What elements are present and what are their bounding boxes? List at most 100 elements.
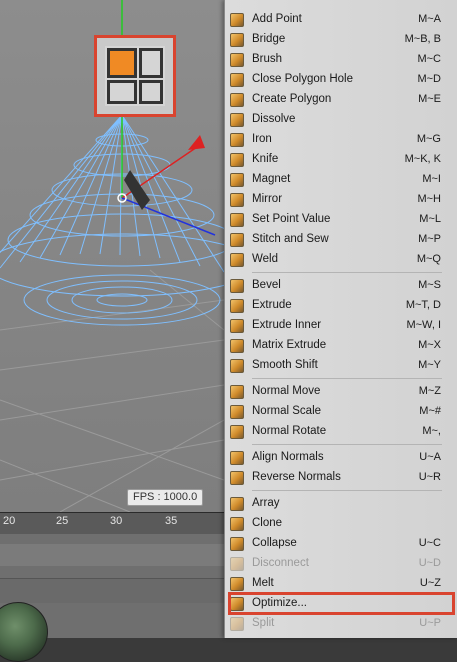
stitch-and-sew-icon <box>230 233 244 247</box>
menu-item-shortcut: M~H <box>417 193 441 205</box>
menu-item-iron[interactable]: Iron M~G <box>225 130 457 150</box>
menu-item-shortcut: M~S <box>418 279 441 291</box>
menu-item-shortcut: M~D <box>417 73 441 85</box>
menu-item-label: Clone <box>252 517 283 529</box>
menu-item-shortcut: M~L <box>419 213 441 225</box>
iron-icon <box>230 133 244 147</box>
mesh-commands-menu: Add Point M~A Bridge M~B, B Brush M~C Close Po… <box>224 0 457 638</box>
bridge-icon <box>230 33 244 47</box>
timeline-tick: 35 <box>165 515 178 527</box>
menu-item-label: Smooth Shift <box>252 359 318 371</box>
menu-item-stitch-and-sew[interactable]: Stitch and Sew M~P <box>225 230 457 250</box>
menu-item-shortcut: M~E <box>418 93 441 105</box>
menu-item-shortcut: M~, <box>422 425 441 437</box>
menu-item-label: Set Point Value <box>252 213 331 225</box>
set-point-value-icon <box>230 213 244 227</box>
z-axis-line <box>121 197 216 236</box>
menu-item-set-point-value[interactable]: Set Point Value M~L <box>225 210 457 230</box>
floor-grid <box>0 269 224 512</box>
array-icon <box>230 497 244 511</box>
3d-viewport[interactable]: FPS : 1000.0 <box>0 0 224 512</box>
menu-item-close-polygon-hole[interactable]: Close Polygon Hole M~D <box>225 70 457 90</box>
menu-item-shortcut: M~X <box>418 339 441 351</box>
melt-icon <box>230 577 244 591</box>
menu-item-label: Create Polygon <box>252 93 332 105</box>
menu-item-normal-scale[interactable]: Normal Scale M~# <box>225 402 457 422</box>
menu-item-matrix-extrude[interactable]: Matrix Extrude M~X <box>225 336 457 356</box>
x-axis-arrow-icon[interactable] <box>188 135 205 150</box>
timeline-tick: 20 <box>3 515 16 527</box>
menu-item-label: Close Polygon Hole <box>252 73 354 85</box>
timeline-track[interactable] <box>0 544 224 566</box>
menu-item-smooth-shift[interactable]: Smooth Shift M~Y <box>225 356 457 376</box>
menu-item-label: Add Point <box>252 13 302 25</box>
menu-item-add-point[interactable]: Add Point M~A <box>225 10 457 30</box>
fps-readout: FPS : 1000.0 <box>127 489 204 506</box>
menu-item-shortcut: M~# <box>419 405 441 417</box>
menu-item-label: Brush <box>252 53 283 65</box>
menu-item-shortcut: U~A <box>419 451 441 463</box>
menu-item-label: Dissolve <box>252 113 296 125</box>
menu-item-shortcut: U~R <box>418 471 441 483</box>
normal-move-icon <box>230 385 244 399</box>
menu-separator <box>252 378 442 379</box>
menu-item-shortcut: M~K, K <box>404 153 441 165</box>
extrude-icon <box>230 299 244 313</box>
menu-item-label: Align Normals <box>252 451 324 463</box>
menu-item-normal-move[interactable]: Normal Move M~Z <box>225 382 457 402</box>
menu-item-label: Iron <box>252 133 272 145</box>
menu-item-shortcut: U~Z <box>419 577 441 589</box>
menu-item-magnet[interactable]: Magnet M~I <box>225 170 457 190</box>
menu-separator <box>252 490 442 491</box>
timeline-tick: 25 <box>56 515 69 527</box>
menu-item-extrude[interactable]: Extrude M~T, D <box>225 296 457 316</box>
menu-separator <box>252 272 442 273</box>
menu-item-clone[interactable]: Clone <box>225 514 457 534</box>
menu-item-label: Melt <box>252 577 274 589</box>
menu-item-disconnect: Disconnect U~D <box>225 554 457 574</box>
menu-item-shortcut: M~T, D <box>405 299 441 311</box>
normal-scale-icon <box>230 405 244 419</box>
menu-item-align-normals[interactable]: Align Normals U~A <box>225 448 457 468</box>
knife-icon <box>230 153 244 167</box>
optimize-highlight-box <box>228 592 455 615</box>
mirror-icon <box>230 193 244 207</box>
polygon-tool-icon <box>105 46 165 106</box>
menu-item-shortcut: U~P <box>419 617 441 629</box>
align-normals-icon <box>230 451 244 465</box>
menu-item-dissolve[interactable]: Dissolve <box>225 110 457 130</box>
menu-item-weld[interactable]: Weld M~Q <box>225 250 457 270</box>
timeline-ruler[interactable]: 20 25 30 35 <box>0 512 224 535</box>
menu-item-normal-rotate[interactable]: Normal Rotate M~, <box>225 422 457 442</box>
menu-item-shortcut: M~Y <box>418 359 441 371</box>
menu-item-shortcut: M~P <box>418 233 441 245</box>
menu-item-shortcut: M~Q <box>416 253 441 265</box>
menu-item-label: Mirror <box>252 193 283 205</box>
menu-item-brush[interactable]: Brush M~C <box>225 50 457 70</box>
matrix-extrude-icon <box>230 339 244 353</box>
menu-item-bridge[interactable]: Bridge M~B, B <box>225 30 457 50</box>
menu-item-label: Collapse <box>252 537 297 549</box>
create-polygon-icon <box>230 93 244 107</box>
menu-separator <box>252 444 442 445</box>
menu-item-melt[interactable]: Melt U~Z <box>225 574 457 594</box>
polygon-tool-icon-highlight <box>94 35 176 117</box>
normal-rotate-icon <box>230 425 244 439</box>
material-manager-bar <box>0 578 224 603</box>
menu-item-label: Knife <box>252 153 279 165</box>
menu-item-mirror[interactable]: Mirror M~H <box>225 190 457 210</box>
menu-item-create-polygon[interactable]: Create Polygon M~E <box>225 90 457 110</box>
menu-item-label: Matrix Extrude <box>252 339 327 351</box>
menu-item-extrude-inner[interactable]: Extrude Inner M~W, I <box>225 316 457 336</box>
split-icon <box>230 617 244 631</box>
menu-item-reverse-normals[interactable]: Reverse Normals U~R <box>225 468 457 488</box>
menu-item-array[interactable]: Array <box>225 494 457 514</box>
menu-item-shortcut: M~C <box>417 53 441 65</box>
menu-item-shortcut: M~I <box>422 173 441 185</box>
menu-item-collapse[interactable]: Collapse U~C <box>225 534 457 554</box>
extrude-inner-icon <box>230 319 244 333</box>
menu-item-knife[interactable]: Knife M~K, K <box>225 150 457 170</box>
menu-item-bevel[interactable]: Bevel M~S <box>225 276 457 296</box>
menu-item-label: Split <box>252 617 275 629</box>
disconnect-icon <box>230 557 244 571</box>
